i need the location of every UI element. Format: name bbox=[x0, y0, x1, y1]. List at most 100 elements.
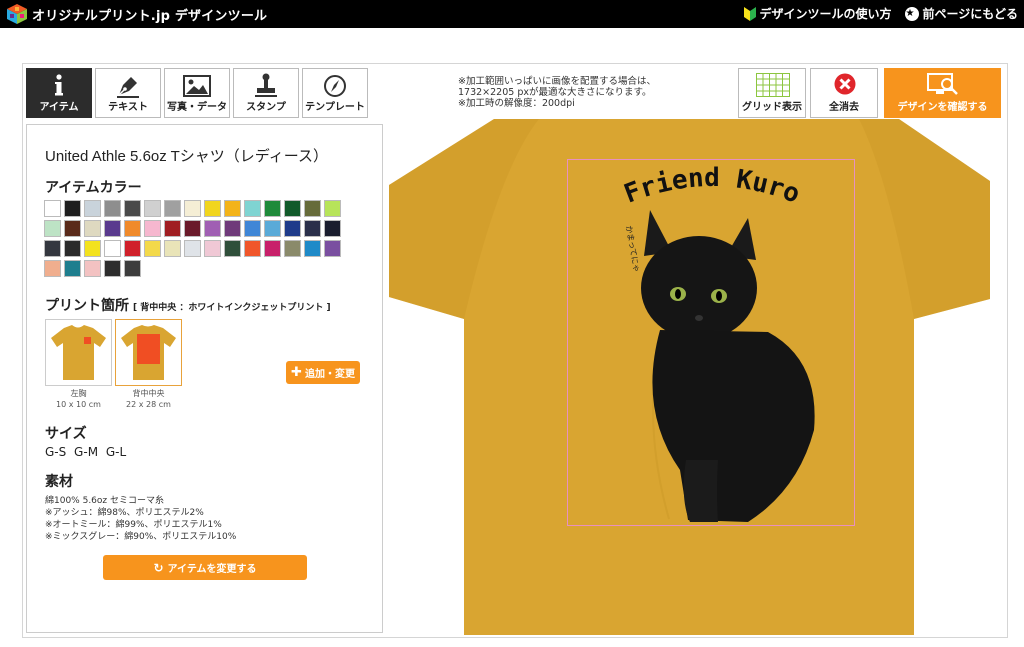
color-swatch[interactable] bbox=[44, 240, 61, 257]
tool-tabs: アイテム テキスト 写真・データ スタンプ テンプレート bbox=[26, 68, 368, 118]
color-swatch[interactable] bbox=[284, 200, 301, 217]
color-swatch[interactable] bbox=[64, 220, 81, 237]
color-swatch[interactable] bbox=[104, 200, 121, 217]
tab-item[interactable]: アイテム bbox=[26, 68, 92, 118]
color-swatch[interactable] bbox=[244, 220, 261, 237]
color-swatch[interactable] bbox=[244, 200, 261, 217]
color-swatch[interactable] bbox=[144, 220, 161, 237]
color-swatch[interactable] bbox=[104, 260, 121, 277]
tab-photo[interactable]: 写真・データ bbox=[164, 68, 230, 118]
color-swatch[interactable] bbox=[304, 240, 321, 257]
color-swatch[interactable] bbox=[64, 240, 81, 257]
tshirt-thumb-left-chest bbox=[51, 325, 106, 380]
print-heading-label: プリント箇所 bbox=[45, 298, 129, 314]
location-name: 左胸 bbox=[70, 389, 87, 398]
color-swatch[interactable] bbox=[264, 240, 281, 257]
color-swatch[interactable] bbox=[84, 260, 101, 277]
color-swatch[interactable] bbox=[44, 220, 61, 237]
note-line: ※加工範囲いっぱいに画像を配置する場合は、 bbox=[458, 76, 656, 87]
grid-icon bbox=[756, 73, 790, 97]
color-swatch[interactable] bbox=[64, 200, 81, 217]
color-swatch[interactable] bbox=[104, 220, 121, 237]
color-swatch[interactable] bbox=[284, 220, 301, 237]
color-swatch[interactable] bbox=[44, 200, 61, 217]
color-swatch[interactable] bbox=[144, 200, 161, 217]
color-swatch[interactable] bbox=[44, 260, 61, 277]
color-swatch[interactable] bbox=[84, 220, 101, 237]
brand-title: オリジナルプリント.jp デザインツール bbox=[32, 9, 268, 24]
monitor-search-icon bbox=[927, 73, 958, 95]
color-swatch[interactable] bbox=[204, 220, 221, 237]
color-swatch[interactable] bbox=[184, 200, 201, 217]
location-back-center-caption: 背中中央 22 x 28 cm bbox=[115, 388, 182, 410]
logo-icon bbox=[7, 4, 27, 24]
add-change-label: 追加・変更 bbox=[304, 369, 355, 380]
color-swatch[interactable] bbox=[124, 200, 141, 217]
change-item-button[interactable]: ↻ アイテムを変更する bbox=[103, 555, 307, 580]
location-size: 10 x 10 cm bbox=[56, 400, 101, 409]
svg-text:Friend Kuro: Friend Kuro bbox=[620, 163, 804, 210]
stamp-icon bbox=[234, 73, 298, 99]
color-swatch[interactable] bbox=[84, 200, 101, 217]
black-cat-photo bbox=[641, 210, 815, 522]
color-swatch[interactable] bbox=[184, 240, 201, 257]
info-icon bbox=[27, 73, 91, 99]
plus-icon: ✚ bbox=[291, 365, 302, 380]
color-swatch[interactable] bbox=[244, 240, 261, 257]
material-text: 綿100% 5.6oz セミコーマ糸 ※アッシュ：綿98%、ポリエステル2% ※… bbox=[45, 495, 236, 543]
location-back-center[interactable] bbox=[115, 319, 182, 386]
pen-icon bbox=[96, 73, 160, 99]
color-swatch[interactable] bbox=[184, 220, 201, 237]
note-line: ※加工時の解像度：200dpi bbox=[458, 98, 575, 109]
location-left-chest[interactable] bbox=[45, 319, 112, 386]
add-change-button[interactable]: ✚ 追加・変更 bbox=[286, 361, 360, 384]
star-icon: ★ bbox=[905, 6, 920, 21]
tab-item-label: アイテム bbox=[39, 102, 79, 113]
color-swatch[interactable] bbox=[124, 220, 141, 237]
help-link[interactable]: デザインツールの使い方 bbox=[744, 5, 891, 22]
note-line: 1732×2205 pxが最適な大きさになります。 bbox=[458, 87, 652, 98]
color-swatch[interactable] bbox=[164, 220, 181, 237]
clear-all-button[interactable]: 全消去 bbox=[810, 68, 878, 118]
color-swatch[interactable] bbox=[324, 240, 341, 257]
color-swatch[interactable] bbox=[304, 220, 321, 237]
color-swatch[interactable] bbox=[224, 200, 241, 217]
confirm-design-button[interactable]: デザインを確認する bbox=[884, 68, 1001, 118]
grid-label: グリッド表示 bbox=[742, 102, 802, 113]
color-swatch[interactable] bbox=[264, 220, 281, 237]
color-swatch[interactable] bbox=[204, 240, 221, 257]
color-swatch[interactable] bbox=[124, 240, 141, 257]
grid-toggle-button[interactable]: グリッド表示 bbox=[738, 68, 806, 118]
print-notes: ※加工範囲いっぱいに画像を配置する場合は、 1732×2205 pxが最適な大き… bbox=[458, 76, 656, 109]
color-swatch[interactable] bbox=[144, 240, 161, 257]
color-swatch[interactable] bbox=[84, 240, 101, 257]
tab-text[interactable]: テキスト bbox=[95, 68, 161, 118]
material-line: ※アッシュ：綿98%、ポリエステル2% bbox=[45, 508, 204, 518]
color-swatch[interactable] bbox=[124, 260, 141, 277]
design-canvas[interactable]: Friend Kuro かまってにゃ bbox=[389, 119, 990, 635]
item-panel: United Athle 5.6oz Tシャツ（レディース） アイテムカラー プ… bbox=[26, 124, 383, 633]
print-note: [ 背中中央 ：ホワイトインクジェットプリント ] bbox=[133, 303, 331, 313]
color-swatch[interactable] bbox=[104, 240, 121, 257]
color-swatch[interactable] bbox=[164, 240, 181, 257]
color-swatch[interactable] bbox=[64, 260, 81, 277]
color-swatch[interactable] bbox=[324, 200, 341, 217]
color-swatch[interactable] bbox=[224, 220, 241, 237]
color-swatch[interactable] bbox=[304, 200, 321, 217]
compass-icon bbox=[303, 73, 367, 99]
color-swatch[interactable] bbox=[224, 240, 241, 257]
tab-template[interactable]: テンプレート bbox=[302, 68, 368, 118]
location-left-chest-caption: 左胸 10 x 10 cm bbox=[45, 388, 112, 410]
location-size: 22 x 28 cm bbox=[126, 400, 171, 409]
color-swatch[interactable] bbox=[324, 220, 341, 237]
color-swatch[interactable] bbox=[284, 240, 301, 257]
back-link[interactable]: ★ 前ページにもどる bbox=[905, 5, 1018, 22]
color-swatch[interactable] bbox=[204, 200, 221, 217]
design-title: Friend Kuro bbox=[620, 163, 804, 210]
confirm-design-label: デザインを確認する bbox=[897, 102, 988, 113]
close-circle-icon bbox=[834, 73, 856, 95]
tshirt-thumb-back-center bbox=[121, 325, 176, 380]
color-swatch[interactable] bbox=[264, 200, 281, 217]
tab-stamp[interactable]: スタンプ bbox=[233, 68, 299, 118]
color-swatch[interactable] bbox=[164, 200, 181, 217]
